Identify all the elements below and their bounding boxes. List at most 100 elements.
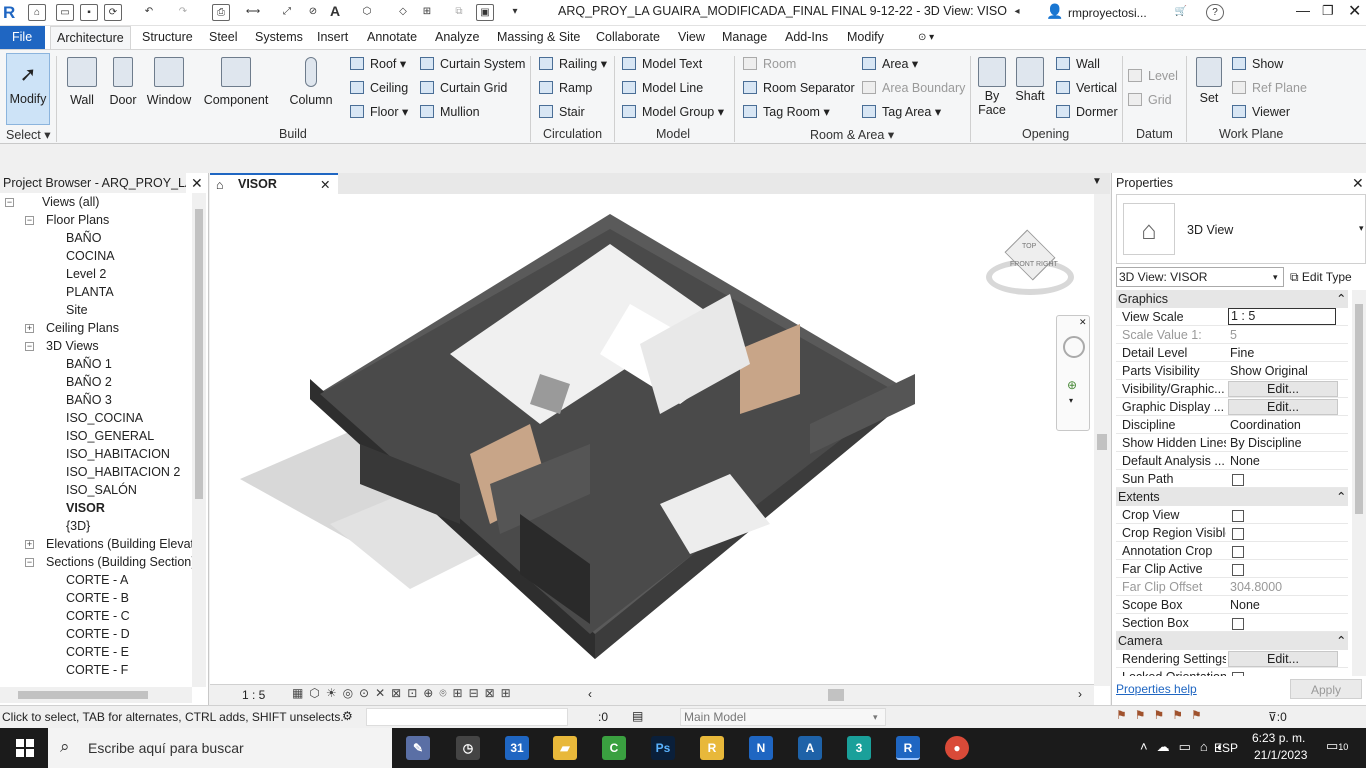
restore-icon[interactable]: ❐ (1322, 3, 1334, 19)
tree-toggle-icon[interactable]: + (25, 324, 34, 333)
clock-app-icon[interactable]: ◷ (456, 736, 480, 760)
instance-dropdown-icon[interactable]: ▾ (1273, 268, 1278, 286)
viewcube-top-face[interactable]: TOP (1022, 243, 1036, 250)
project-browser-close-icon[interactable]: ✕ (191, 175, 203, 192)
close-view-tab-icon[interactable]: ✕ (320, 176, 330, 194)
switch-windows-icon[interactable]: ▣ (476, 4, 494, 21)
chrome-app-icon[interactable]: ● (945, 736, 969, 760)
collapse-group-icon[interactable]: ⌃ (1336, 488, 1346, 506)
collapse-group-icon[interactable]: ⌃ (1336, 632, 1346, 650)
vertical-opening-button[interactable]: Vertical (1056, 78, 1117, 98)
tree-group[interactable]: Sections (Building Section) (46, 553, 192, 571)
view-area[interactable]: ⌂ VISOR ✕ ▼ TOP FRONT RIGHT ✕ ⊕ ▾ 1: 5 … (210, 173, 1110, 705)
type-dropdown-icon[interactable]: ▾ (1359, 223, 1364, 234)
tree-vscroll-thumb[interactable] (195, 209, 203, 499)
tab-view[interactable]: View (672, 26, 711, 49)
3d-view-icon[interactable]: ⬡ (358, 4, 376, 21)
revit-logo-icon[interactable]: R (3, 3, 21, 23)
revit-taskbar-icon-1[interactable]: R (700, 736, 724, 760)
ramp-button[interactable]: Ramp (539, 78, 592, 98)
property-value[interactable]: Show Original (1230, 362, 1338, 380)
tree-item[interactable]: CORTE - B (66, 589, 129, 607)
measure-icon[interactable]: ⟷ (244, 4, 262, 21)
tab-file[interactable]: File (0, 26, 45, 49)
apply-button[interactable]: Apply (1290, 679, 1362, 699)
tree-item[interactable]: ISO_SALÓN (66, 481, 137, 499)
3d-model-render[interactable] (210, 194, 1094, 664)
property-value[interactable]: By Discipline (1230, 434, 1338, 452)
grid-button[interactable]: Grid (1128, 90, 1172, 110)
property-edit-button[interactable]: Edit... (1228, 399, 1338, 415)
room-area-panel-label[interactable]: Room & Area ▾ (810, 127, 894, 142)
tab-architecture[interactable]: Architecture (50, 26, 131, 49)
model-line-button[interactable]: Model Line (622, 78, 703, 98)
selection-filter-icons[interactable]: ⚑⚑⚑⚑⚑ (1116, 708, 1210, 722)
dormer-button[interactable]: Dormer (1056, 102, 1118, 122)
edit-type-button[interactable]: ⧉ Edit Type (1290, 267, 1352, 287)
text-icon[interactable]: A (326, 4, 344, 21)
collapse-group-icon[interactable]: ⌃ (1336, 290, 1346, 308)
roof-button[interactable]: Roof ▾ (350, 54, 406, 74)
property-value[interactable]: 1 : 5 (1228, 308, 1336, 325)
tab-annotate[interactable]: Annotate (361, 26, 423, 49)
property-checkbox[interactable] (1232, 474, 1244, 486)
properties-vscrollbar[interactable] (1352, 290, 1366, 676)
worksets-icon[interactable]: ⚙ (342, 709, 353, 723)
level-button[interactable]: Level (1128, 66, 1178, 86)
tree-item[interactable]: CORTE - F (66, 661, 128, 679)
notification-center-icon[interactable]: ▭10 (1326, 738, 1348, 754)
tree-item[interactable]: {3D} (66, 517, 90, 535)
windows-start-icon[interactable] (16, 739, 34, 757)
dimension-icon[interactable]: ⤢ (278, 4, 296, 21)
tree-toggle-icon[interactable]: + (25, 540, 34, 549)
calendar-app-icon[interactable]: 31 (505, 736, 529, 760)
property-checkbox[interactable] (1232, 510, 1244, 522)
tree-group[interactable]: Elevations (Building Elevati (46, 535, 192, 553)
tree-item[interactable]: PLANTA (66, 283, 114, 301)
tab-structure[interactable]: Structure (136, 26, 199, 49)
ref-plane-button[interactable]: Ref Plane (1232, 78, 1307, 98)
tab-insert[interactable]: Insert (311, 26, 354, 49)
properties-help-link[interactable]: Properties help (1116, 682, 1197, 696)
user-icon[interactable]: 👤 (1046, 4, 1064, 21)
room-button[interactable]: Room (743, 54, 796, 74)
nav-dropdown-icon[interactable]: ▾ (1069, 396, 1073, 405)
help-icon[interactable]: ? (1206, 4, 1224, 21)
tab-manage[interactable]: Manage (716, 26, 773, 49)
revit-taskbar-icon-2[interactable]: R (896, 736, 920, 760)
type-selector[interactable]: ⌂ 3D View ▾ (1116, 194, 1366, 264)
view-tab[interactable]: ⌂ VISOR ✕ (210, 173, 338, 194)
view-control-icons[interactable]: ▦⬡☀◎⊙✕⊠⊡⊕⌾⊞⊟⊠⊞ (292, 686, 517, 701)
property-value[interactable]: Coordination (1230, 416, 1338, 434)
tree-item[interactable]: CORTE - D (66, 625, 130, 643)
property-value[interactable]: None (1230, 452, 1338, 470)
tree-item[interactable]: COCINA (66, 247, 115, 265)
main-model-dropdown[interactable]: Main Model ▾ (680, 708, 886, 726)
view-vscrollbar[interactable] (1094, 194, 1110, 686)
window-button[interactable]: Window (144, 53, 194, 125)
tab-systems[interactable]: Systems (249, 26, 309, 49)
customize-qa-icon[interactable]: ▾ (506, 4, 524, 21)
3dsmax-app-icon[interactable]: 3 (847, 736, 871, 760)
photoshop-app-icon[interactable]: Ps (651, 736, 675, 760)
tree-item[interactable]: BAÑO 2 (66, 373, 112, 391)
sync-icon[interactable]: ⟳ (104, 4, 122, 21)
component-button[interactable]: Component (202, 53, 270, 125)
tree-item[interactable]: CORTE - C (66, 607, 130, 625)
property-checkbox[interactable] (1232, 528, 1244, 540)
close-icon[interactable]: ✕ (1348, 1, 1361, 21)
area-boundary-button[interactable]: Area Boundary (862, 78, 965, 98)
photos-app-icon[interactable]: ✎ (406, 736, 430, 760)
tree-item[interactable]: CORTE - E (66, 643, 129, 661)
thin-lines-icon[interactable]: ⊞ (418, 4, 436, 21)
set-button[interactable]: Set (1192, 53, 1226, 125)
viewer-button[interactable]: Viewer (1232, 102, 1290, 122)
file-explorer-icon[interactable]: ▰ (553, 736, 577, 760)
redo-icon[interactable]: ↷ (174, 4, 192, 21)
tree-item[interactable]: BAÑO 3 (66, 391, 112, 409)
tree-hscroll-thumb[interactable] (18, 691, 148, 699)
ceiling-button[interactable]: Ceiling (350, 78, 408, 98)
props-vscroll-thumb[interactable] (1355, 304, 1363, 514)
tag-room-button[interactable]: Tag Room ▾ (743, 102, 830, 122)
user-name[interactable]: rmproyectosi... (1068, 6, 1147, 20)
